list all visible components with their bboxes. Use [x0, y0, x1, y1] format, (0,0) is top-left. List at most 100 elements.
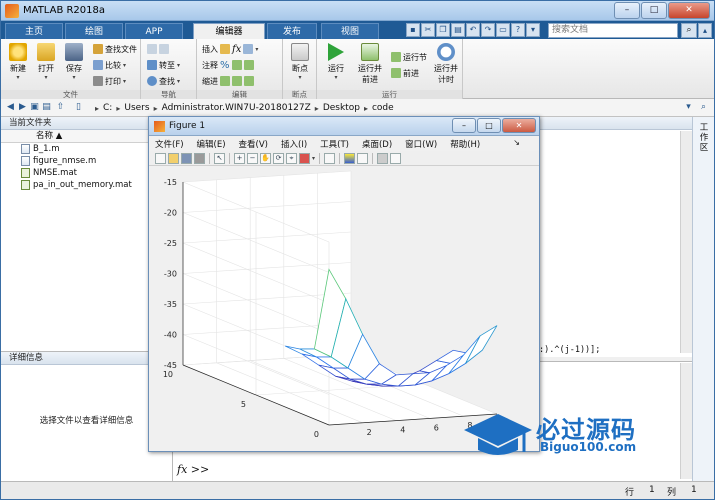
data-cursor-icon[interactable]: ⌖	[286, 152, 297, 164]
zoom-out-icon[interactable]: −	[247, 152, 258, 164]
menu-help[interactable]: 帮助(H)	[450, 138, 480, 150]
figure-maximize-button[interactable]: □	[477, 118, 501, 133]
figure-minimize-button[interactable]: –	[452, 118, 476, 133]
figure-toolbar: ↖ + − ✋ ⟳ ⌖ ▾	[149, 151, 539, 166]
comment-button[interactable]: 注释 %	[202, 59, 254, 71]
dropdown-icon[interactable]: ▾	[526, 23, 540, 37]
paste-icon[interactable]: ▤	[451, 23, 465, 37]
show-plot-tools-icon[interactable]	[390, 152, 402, 164]
details-message: 选择文件以查看详细信息	[39, 416, 134, 426]
advance-button[interactable]: 前进	[391, 67, 419, 79]
cut-icon[interactable]: ✂	[421, 23, 435, 37]
minimize-button[interactable]: –	[614, 2, 640, 19]
print-button[interactable]: 打印 ▾	[93, 75, 126, 87]
indent-button[interactable]: 缩进	[202, 75, 254, 87]
row-label: 行	[625, 488, 635, 498]
menu-file[interactable]: 文件(F)	[155, 138, 184, 150]
insert-button[interactable]: 插入 fx ▾	[202, 43, 258, 55]
menu-edit[interactable]: 编辑(E)	[197, 138, 226, 150]
brush-icon[interactable]	[299, 152, 310, 164]
address-dropdown-icon[interactable]: ▾	[683, 102, 694, 113]
redo-icon[interactable]: ↷	[481, 23, 495, 37]
crumb-drive[interactable]: C:	[103, 103, 112, 113]
smart-indent-icon	[220, 76, 230, 86]
close-button[interactable]: ✕	[668, 2, 710, 19]
insert-function-icon	[243, 44, 254, 54]
pan-icon[interactable]: ✋	[260, 152, 271, 164]
crumb-users[interactable]: Users	[124, 103, 149, 113]
nav-back-forward[interactable]	[147, 43, 169, 55]
crumb-desktop[interactable]: Desktop	[323, 103, 360, 113]
find-files-button[interactable]: 查找文件	[93, 43, 137, 55]
workspace-label: 工作区	[699, 123, 709, 153]
link-plot-icon[interactable]	[324, 152, 336, 164]
tab-publish[interactable]: 发布	[267, 23, 317, 39]
crumb-code[interactable]: code	[372, 103, 394, 113]
new-button[interactable]: 新建 ▾	[5, 43, 31, 81]
open-button[interactable]: 打开 ▾	[33, 43, 59, 81]
crumb-user[interactable]: Administrator.WIN7U-20180127Z	[162, 103, 311, 113]
file-row[interactable]: NMSE.mat	[1, 167, 172, 179]
quick-save-icon[interactable]: ▪	[406, 23, 420, 37]
editor-scrollbar[interactable]	[680, 131, 692, 353]
mat-file-icon	[21, 168, 30, 178]
print-figure-icon[interactable]	[194, 152, 205, 164]
address-search-icon[interactable]: ⌕	[698, 102, 709, 113]
file-row[interactable]: figure_nmse.m	[1, 155, 172, 167]
figure-close-button[interactable]: ✕	[502, 118, 536, 133]
search-icon[interactable]: ⌕	[681, 23, 697, 38]
save-button[interactable]: 保存 ▾	[61, 43, 87, 81]
browse-folder-icon[interactable]: ▤	[41, 102, 52, 113]
run-and-advance-button[interactable]: 运行并前进	[355, 43, 385, 85]
tab-view[interactable]: 视图	[321, 23, 379, 39]
menu-insert[interactable]: 插入(I)	[281, 138, 307, 150]
file-row[interactable]: pa_in_out_memory.mat	[1, 179, 172, 191]
back-arrow-icon[interactable]: ◀	[5, 102, 16, 113]
collapse-ribbon-icon[interactable]: ▴	[698, 23, 712, 38]
brush-dropdown-icon[interactable]: ▾	[312, 155, 315, 162]
up-one-level-icon[interactable]: ⇧	[55, 102, 66, 113]
breakpoints-button[interactable]: 断点 ▾	[287, 43, 313, 81]
edit-plot-icon[interactable]: ↖	[214, 152, 225, 164]
menu-desktop[interactable]: 桌面(D)	[362, 138, 392, 150]
menu-tools[interactable]: 工具(T)	[320, 138, 349, 150]
maximize-button[interactable]: □	[641, 2, 667, 19]
zoom-in-icon[interactable]: +	[234, 152, 245, 164]
switch-window-icon[interactable]: ▭	[496, 23, 510, 37]
menu-view[interactable]: 查看(V)	[239, 138, 268, 150]
tab-apps[interactable]: APP	[125, 23, 183, 39]
figure-title: Figure 1	[169, 121, 206, 131]
run-and-time-button[interactable]: 运行并计时	[431, 43, 461, 85]
hide-plot-tools-icon[interactable]	[377, 152, 389, 164]
undo-icon[interactable]: ↶	[466, 23, 480, 37]
goto-button[interactable]: 转至 ▾	[147, 59, 180, 71]
find-button[interactable]: 查找 ▾	[147, 75, 180, 87]
insert-colorbar-icon[interactable]	[344, 152, 356, 164]
command-scrollbar[interactable]	[680, 363, 692, 479]
insert-legend-icon[interactable]	[357, 152, 369, 164]
run-button[interactable]: 运行 ▾	[323, 43, 349, 81]
name-column-header[interactable]: 名称 ▲	[1, 130, 172, 143]
command-prompt[interactable]: fx >>	[177, 463, 209, 476]
help-icon[interactable]: ?	[511, 23, 525, 37]
dock-icon[interactable]: ↘	[513, 138, 520, 147]
forward-arrow-icon[interactable]: ▶	[17, 102, 28, 113]
file-row[interactable]: B_1.m	[1, 143, 172, 155]
tab-home[interactable]: 主页	[5, 23, 63, 39]
open-file-icon[interactable]	[168, 152, 179, 164]
up-folder-icon[interactable]: ▣	[29, 102, 40, 113]
search-documentation-input[interactable]: 搜索文档	[548, 23, 678, 38]
run-section-button[interactable]: 运行节	[391, 51, 427, 63]
copy-icon[interactable]: ❐	[436, 23, 450, 37]
rotate-3d-icon[interactable]: ⟳	[273, 152, 284, 164]
compare-button[interactable]: 比较 ▾	[93, 59, 126, 71]
tab-editor[interactable]: 编辑器	[193, 23, 265, 39]
figure-window[interactable]: Figure 1 – □ ✕ 文件(F) 编辑(E) 查看(V) 插入(I) 工…	[148, 116, 540, 452]
save-figure-icon[interactable]	[181, 152, 192, 164]
menu-window[interactable]: 窗口(W)	[405, 138, 437, 150]
figure-title-bar[interactable]: Figure 1 – □ ✕	[149, 117, 539, 136]
tab-plots[interactable]: 绘图	[65, 23, 123, 39]
breadcrumb[interactable]: ▸ C: ▸ Users ▸ Administrator.WIN7U-20180…	[95, 101, 394, 115]
workspace-side-tab[interactable]: 工作区	[692, 117, 714, 481]
new-figure-icon[interactable]	[155, 152, 166, 164]
